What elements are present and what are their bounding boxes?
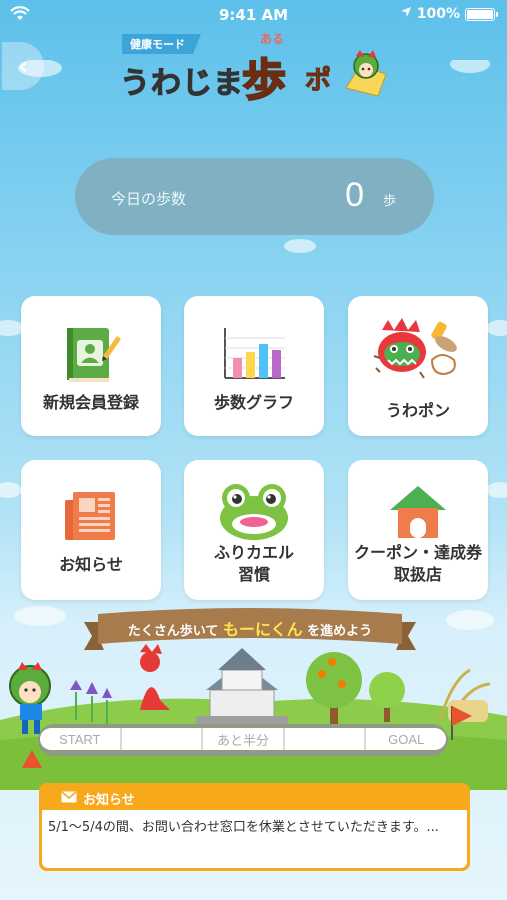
today-steps-panel: 今日の歩数 0 歩 xyxy=(75,158,434,235)
progress-halfway-label: あと半分 xyxy=(203,728,285,750)
steps-unit: 歩 xyxy=(382,194,396,209)
tile-label: 新規会員登録 xyxy=(42,393,139,412)
mode-badge: 健康モード xyxy=(122,34,201,54)
location-arrow-icon xyxy=(400,6,412,22)
progress-segment xyxy=(122,728,204,750)
status-bar: 9:41 AM 100% xyxy=(0,0,507,34)
frog-icon xyxy=(184,470,324,550)
notice-body: 5/1〜5/4の間、お問い合わせ窓口を休業とさせていただきます。... xyxy=(42,810,467,868)
coupon-shops-button[interactable]: クーポン・達成券 取扱店 xyxy=(348,460,488,600)
news-button[interactable]: お知らせ xyxy=(21,460,161,600)
shop-house-icon xyxy=(348,472,488,552)
banner-text-after: を進めよう xyxy=(307,624,373,639)
notice-panel[interactable]: お知らせ 5/1〜5/4の間、お問い合わせ窓口を休業とさせていただきます。... xyxy=(39,783,470,871)
stamp-mascot-icon xyxy=(348,312,488,392)
progress-segment xyxy=(285,728,367,750)
walking-progress-bar: START あと半分 GOAL xyxy=(40,728,446,750)
tile-label: お知らせ xyxy=(59,555,123,574)
logo-text-aru: 歩 xyxy=(241,54,287,107)
habit-review-button[interactable]: ふりカエル 習慣 xyxy=(184,460,324,600)
walking-course-scenery xyxy=(0,644,507,790)
tile-label: ふりカエル 習慣 xyxy=(213,543,294,584)
chevron-left-icon: ‹ xyxy=(18,52,28,80)
logo-text-uwajima: うわじま xyxy=(120,66,244,102)
progress-banner: たくさん歩いて もーにくん を進めよう xyxy=(84,606,416,654)
registration-book-icon xyxy=(21,314,161,394)
progress-start-label: START xyxy=(40,728,122,750)
logo-text-po: ポ xyxy=(304,66,332,97)
battery-icon xyxy=(465,7,498,21)
steps-value: 0 xyxy=(345,176,364,214)
banner-highlight: もーにくん xyxy=(222,620,303,639)
tile-label: クーポン・達成券 取扱店 xyxy=(353,543,482,584)
tile-label: うわポン xyxy=(385,401,450,420)
mascot-icon xyxy=(340,48,392,104)
castle-icon xyxy=(196,648,288,726)
step-graph-button[interactable]: 歩数グラフ xyxy=(184,296,324,436)
progress-goal-label: GOAL xyxy=(388,731,425,747)
tile-label: 歩数グラフ xyxy=(213,393,294,412)
newspaper-icon xyxy=(21,476,161,556)
steps-label: 今日の歩数 xyxy=(111,190,187,208)
uwapon-button[interactable]: うわポン xyxy=(348,296,488,436)
banner-text-before: たくさん歩いて xyxy=(127,624,219,639)
battery-percent: 100% xyxy=(416,6,460,22)
envelope-icon xyxy=(61,790,77,807)
bar-chart-icon xyxy=(184,314,324,394)
notice-title: お知らせ xyxy=(83,793,135,808)
app-logo: 健康モード ある うわじま 歩 ポ xyxy=(120,30,395,107)
new-member-registration-button[interactable]: 新規会員登録 xyxy=(21,296,161,436)
